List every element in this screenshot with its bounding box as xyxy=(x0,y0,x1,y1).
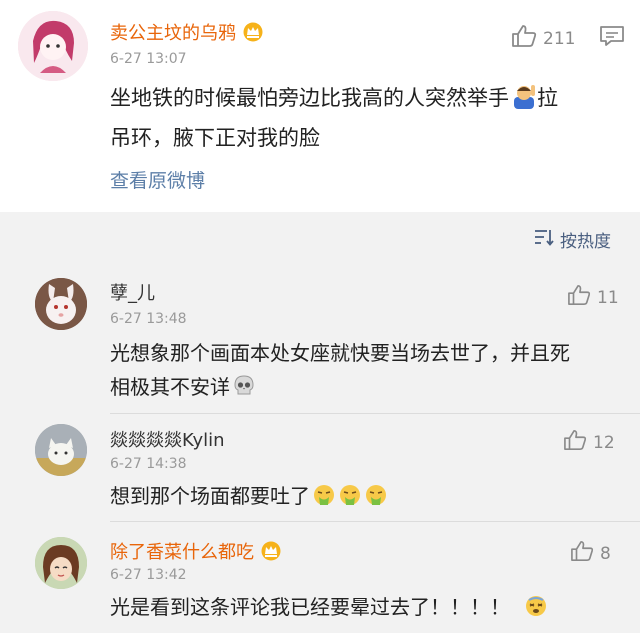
comment-text-line1: 光是看到这条评论我已经要晕过去了！！！！ xyxy=(110,595,510,619)
sort-by-heat-button[interactable]: 按热度 xyxy=(534,227,611,252)
vomit-emoji xyxy=(312,483,336,517)
comment-author[interactable]: 除了香菜什么都吃 xyxy=(110,541,282,567)
comment-text-line1: 想到那个场面都要吐了 xyxy=(110,484,310,508)
comment-avatar[interactable] xyxy=(35,424,87,476)
thumbs-up-icon xyxy=(511,24,537,53)
crown-badge-icon xyxy=(260,541,282,567)
comment-text: 想到那个场面都要吐了 xyxy=(110,479,630,517)
thumbs-up-icon xyxy=(563,429,587,456)
comment-time: 6-27 13:42 xyxy=(110,567,187,583)
sort-label: 按热度 xyxy=(560,232,611,252)
comment-avatar[interactable] xyxy=(35,537,87,589)
post-text-line2: 吊环，腋下正对我的脸 xyxy=(110,126,320,150)
crown-badge-icon xyxy=(242,22,264,48)
comment-author[interactable]: 燚燚燚燚Kylin xyxy=(110,430,225,452)
thumbs-up-icon xyxy=(567,284,591,311)
original-post: 卖公主坟的乌鸦 6-27 13:07 211 坐地铁的时候最怕旁边比我高的人突然… xyxy=(0,0,640,212)
comment-divider xyxy=(110,413,640,414)
comment-like-button[interactable]: 12 xyxy=(563,429,615,456)
comment-text-line1: 光想象那个画面本处女座就快要当场去世了，并且死 xyxy=(110,341,570,365)
comment-like-count: 11 xyxy=(597,287,619,308)
skull-emoji xyxy=(232,374,256,408)
post-like-button[interactable]: 211 xyxy=(511,24,575,53)
comment-text: 光是看到这条评论我已经要晕过去了！！！！ xyxy=(110,590,630,628)
raising-hand-emoji xyxy=(511,83,537,120)
post-avatar[interactable] xyxy=(18,11,88,81)
post-text: 坐地铁的时候最怕旁边比我高的人突然举手 拉 吊环，腋下正对我的脸 xyxy=(110,80,620,156)
post-time: 6-27 13:07 xyxy=(110,51,187,67)
comment-text: 光想象那个画面本处女座就快要当场去世了，并且死 相极其不安详 xyxy=(110,336,630,408)
comment-like-count: 12 xyxy=(593,432,615,453)
post-like-count: 211 xyxy=(543,28,576,49)
comment-like-button[interactable]: 11 xyxy=(567,284,619,311)
post-author-name[interactable]: 卖公主坟的乌鸦 xyxy=(110,23,236,44)
comment-author-name[interactable]: 除了香菜什么都吃 xyxy=(110,542,254,563)
comment-like-button[interactable]: 8 xyxy=(570,540,611,567)
vomit-emoji xyxy=(364,483,388,517)
vomit-emoji xyxy=(338,483,362,517)
comment-time: 6-27 13:48 xyxy=(110,311,187,327)
post-text-line1: 坐地铁的时候最怕旁边比我高的人突然举手 xyxy=(110,86,509,110)
sort-icon xyxy=(534,228,554,251)
comment-author[interactable]: 孽_儿 xyxy=(110,283,155,305)
post-text-line1-tail: 拉 xyxy=(537,86,558,110)
post-author[interactable]: 卖公主坟的乌鸦 xyxy=(110,22,264,48)
comment-divider xyxy=(110,521,640,522)
comment-icon[interactable] xyxy=(599,24,625,52)
comment-time: 6-27 14:38 xyxy=(110,456,187,472)
dizzy-emoji xyxy=(524,594,548,628)
comment-like-count: 8 xyxy=(600,543,611,564)
view-original-link[interactable]: 查看原微博 xyxy=(110,166,205,193)
thumbs-up-icon xyxy=(570,540,594,567)
comment-text-line2: 相极其不安详 xyxy=(110,375,230,399)
comment-avatar[interactable] xyxy=(35,278,87,330)
